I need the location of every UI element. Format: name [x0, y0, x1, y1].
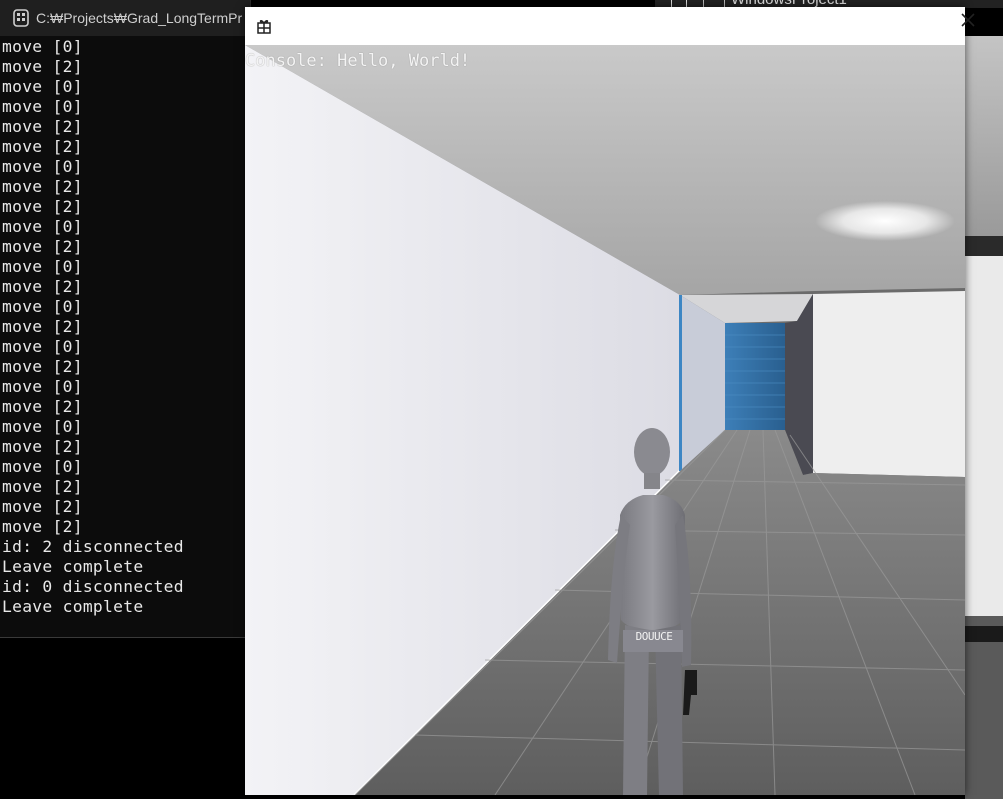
console-line: move [2] [2, 317, 83, 336]
console-line: id: 0 disconnected [2, 577, 184, 596]
console-line: id: 2 disconnected [2, 537, 184, 556]
console-line: move [2] [2, 437, 83, 456]
background-floor [965, 616, 1003, 799]
close-button[interactable] [958, 10, 978, 30]
console-overlay-text: Console: Hello, World! [245, 51, 471, 71]
console-window: C:₩Projects₩Grad_LongTermPr move [0] move… [0, 0, 251, 638]
console-line: move [0] [2, 257, 83, 276]
character-shorts-label: DOUUCE [635, 630, 673, 643]
right-wall [813, 291, 965, 477]
blue-door-edge [679, 295, 682, 471]
game-titlebar[interactable] [245, 7, 965, 45]
console-line: move [2] [2, 117, 83, 136]
console-line: move [2] [2, 497, 83, 516]
console-line: move [0] [2, 77, 83, 96]
console-line: move [2] [2, 57, 83, 76]
console-line: move [2] [2, 237, 83, 256]
console-line: move [0] [2, 377, 83, 396]
console-line: move [0] [2, 417, 83, 436]
console-line: move [2] [2, 197, 83, 216]
console-line: move [0] [2, 97, 83, 116]
console-line: move [2] [2, 277, 83, 296]
background-ceiling [965, 36, 1003, 236]
background-window-view [965, 36, 1003, 799]
background-rail [965, 626, 1003, 642]
console-line: Leave complete [2, 557, 144, 576]
console-title: C:₩Projects₩Grad_LongTermPr [36, 10, 243, 26]
console-line: move [0] [2, 457, 83, 476]
console-line: move [2] [2, 397, 83, 416]
console-line: move [2] [2, 517, 83, 536]
console-line: move [0] [2, 37, 83, 56]
console-window-icon [12, 9, 30, 27]
console-line: move [2] [2, 477, 83, 496]
console-line: move [2] [2, 137, 83, 156]
game-viewport[interactable]: Console: Hello, World! DOUUCE [245, 45, 965, 795]
console-line: move [0] [2, 337, 83, 356]
console-line: move [2] [2, 177, 83, 196]
console-line: move [0] [2, 297, 83, 316]
corridor-scene [245, 45, 965, 795]
background-wall [965, 256, 1003, 616]
console-log[interactable]: move [0] move [2] move [0] move [0] move [2]… [2, 37, 246, 635]
app-icon [256, 18, 272, 34]
close-icon [961, 13, 975, 27]
blue-door [725, 323, 785, 430]
ceiling-light [815, 201, 955, 241]
console-line: move [2] [2, 357, 83, 376]
console-line: Leave complete [2, 597, 144, 616]
console-line: move [0] [2, 217, 83, 236]
console-line: move [0] [2, 157, 83, 176]
console-titlebar[interactable]: C:₩Projects₩Grad_LongTermPr [0, 0, 250, 36]
